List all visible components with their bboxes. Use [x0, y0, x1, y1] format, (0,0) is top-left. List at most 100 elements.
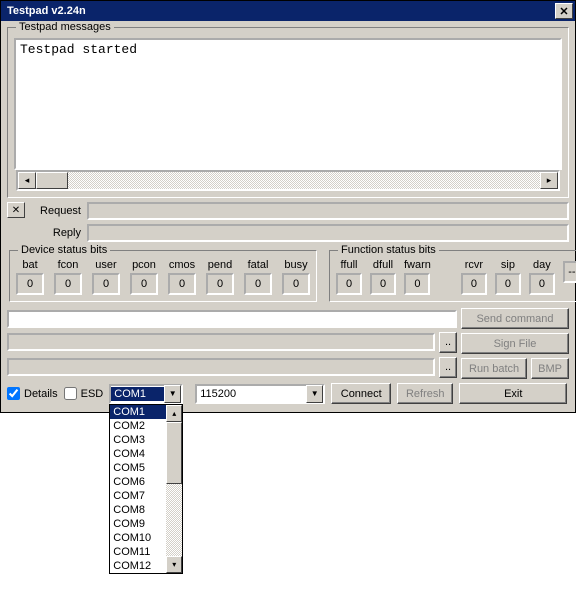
request-label: Request — [29, 205, 81, 217]
esd-checkbox[interactable]: ESD — [64, 387, 104, 400]
baud-value: 115200 — [197, 387, 306, 401]
details-checkbox[interactable]: Details — [7, 387, 58, 400]
com-option[interactable]: COM9 — [110, 517, 166, 531]
status-col-label: cmos — [169, 259, 195, 271]
baud-combo[interactable]: 115200 ▼ — [195, 384, 325, 404]
com-option[interactable]: COM10 — [110, 531, 166, 545]
scroll-track[interactable] — [68, 172, 540, 189]
status-col-label: rcvr — [465, 259, 483, 271]
messages-group: Testpad messages Testpad started ◂ ▸ — [7, 27, 569, 198]
com-option[interactable]: COM11 — [110, 545, 166, 559]
com-option[interactable]: COM5 — [110, 461, 166, 475]
status-col-value: 0 — [336, 273, 362, 295]
com-option[interactable]: COM6 — [110, 475, 166, 489]
details-checkbox-input[interactable] — [7, 387, 20, 400]
status-col-label: fwarn — [404, 259, 431, 271]
device-status-group: Device status bits bat0fcon0user0pcon0cm… — [9, 250, 317, 302]
status-col-label: pcon — [132, 259, 156, 271]
com-option[interactable]: COM8 — [110, 503, 166, 517]
status-col: day 0 — [529, 259, 555, 295]
status-col: fwarn 0 — [404, 259, 431, 295]
dropdown-scrollbar[interactable]: ▴ ▾ — [166, 405, 182, 573]
status-col: dfull 0 — [370, 259, 396, 295]
com-option[interactable]: COM3 — [110, 433, 166, 447]
status-col-value: 0 — [130, 273, 158, 295]
com-option[interactable]: COM7 — [110, 489, 166, 503]
esd-checkbox-input[interactable] — [64, 387, 77, 400]
file-field-1 — [7, 333, 435, 351]
status-col: pcon 0 — [130, 259, 158, 295]
run-batch-button[interactable]: Run batch — [461, 358, 527, 379]
messages-textarea[interactable]: Testpad started — [14, 38, 562, 170]
status-col-label: sip — [501, 259, 515, 271]
window: Testpad v2.24n ✕ Testpad messages Testpa… — [0, 0, 576, 413]
status-col-label: day — [533, 259, 551, 271]
status-col-value: 0 — [461, 273, 487, 295]
device-status-caption: Device status bits — [18, 244, 110, 256]
status-col-value: 0 — [404, 273, 430, 295]
scroll-thumb[interactable] — [36, 172, 68, 189]
function-status-caption: Function status bits — [338, 244, 439, 256]
send-command-button[interactable]: Send command — [461, 308, 569, 329]
scroll-up-icon[interactable]: ▴ — [166, 405, 182, 422]
browse-button-2[interactable]: .. — [439, 357, 457, 378]
status-col: busy 0 — [282, 259, 310, 295]
scroll-left-icon[interactable]: ◂ — [18, 172, 36, 189]
status-col-label: ffull — [341, 259, 358, 271]
status-col: bat0 — [16, 259, 44, 295]
status-col-label: fcon — [58, 259, 79, 271]
sign-file-button[interactable]: Sign File — [461, 333, 569, 354]
chevron-down-icon[interactable]: ▼ — [306, 385, 323, 403]
status-col: fatal0 — [244, 259, 272, 295]
function-status-group: Function status bits ffull0dfull0fwarn0r… — [329, 250, 576, 302]
status-col-label: dfull — [373, 259, 393, 271]
reply-field — [87, 224, 569, 242]
file-field-2 — [7, 358, 435, 376]
status-col: sip 0 — [495, 259, 521, 295]
titlebar: Testpad v2.24n ✕ — [1, 1, 575, 21]
request-field — [87, 202, 569, 220]
status-col-label: bat — [22, 259, 37, 271]
status-col-label: fatal — [248, 259, 269, 271]
clear-button[interactable]: ✕ — [7, 202, 25, 218]
status-col-value: 0 — [370, 273, 396, 295]
esd-label: ESD — [81, 388, 104, 400]
browse-button-1[interactable]: .. — [439, 332, 457, 353]
refresh-button[interactable]: Refresh — [397, 383, 453, 404]
window-title: Testpad v2.24n — [7, 5, 86, 17]
reply-label: Reply — [29, 227, 81, 239]
com-option[interactable]: COM4 — [110, 447, 166, 461]
com-option[interactable]: COM1 — [110, 405, 166, 419]
com-option[interactable]: COM12 — [110, 559, 166, 573]
client-area: Testpad messages Testpad started ◂ ▸ ✕ R… — [1, 21, 575, 412]
status-col-value: 0 — [206, 273, 234, 295]
com-option[interactable]: COM2 — [110, 419, 166, 433]
status-col-value: 0 — [495, 273, 521, 295]
close-icon[interactable]: ✕ — [555, 3, 573, 19]
status-col-value: 0 — [282, 273, 310, 295]
messages-hscrollbar[interactable]: ◂ ▸ — [16, 170, 560, 191]
connect-button[interactable]: Connect — [331, 383, 391, 404]
com-port-combo[interactable]: COM1 ▼ COM1COM2COM3COM4COM5COM6COM7COM8C… — [109, 384, 183, 404]
status-col-value: 0 — [168, 273, 196, 295]
scroll-down-icon[interactable]: ▾ — [166, 556, 182, 573]
status-col-value: 0 — [54, 273, 82, 295]
com-port-value: COM1 — [111, 387, 164, 401]
status-col: fcon 0 — [54, 259, 82, 295]
status-col-label: user — [95, 259, 116, 271]
chevron-down-icon[interactable]: ▼ — [164, 385, 181, 403]
scroll-right-icon[interactable]: ▸ — [540, 172, 558, 189]
status-col: -- — [563, 259, 576, 283]
bmp-button[interactable]: BMP — [531, 358, 569, 379]
exit-button[interactable]: Exit — [459, 383, 567, 404]
status-col-label: pend — [208, 259, 232, 271]
status-col: user0 — [92, 259, 120, 295]
com-port-dropdown[interactable]: COM1COM2COM3COM4COM5COM6COM7COM8COM9COM1… — [109, 404, 183, 574]
status-col-value: 0 — [529, 273, 555, 295]
scroll-vthumb[interactable] — [166, 422, 182, 484]
command-input[interactable] — [7, 310, 457, 328]
status-col-value: -- — [563, 261, 576, 283]
messages-text: Testpad started — [20, 42, 137, 57]
status-col-label: busy — [284, 259, 307, 271]
details-label: Details — [24, 388, 58, 400]
